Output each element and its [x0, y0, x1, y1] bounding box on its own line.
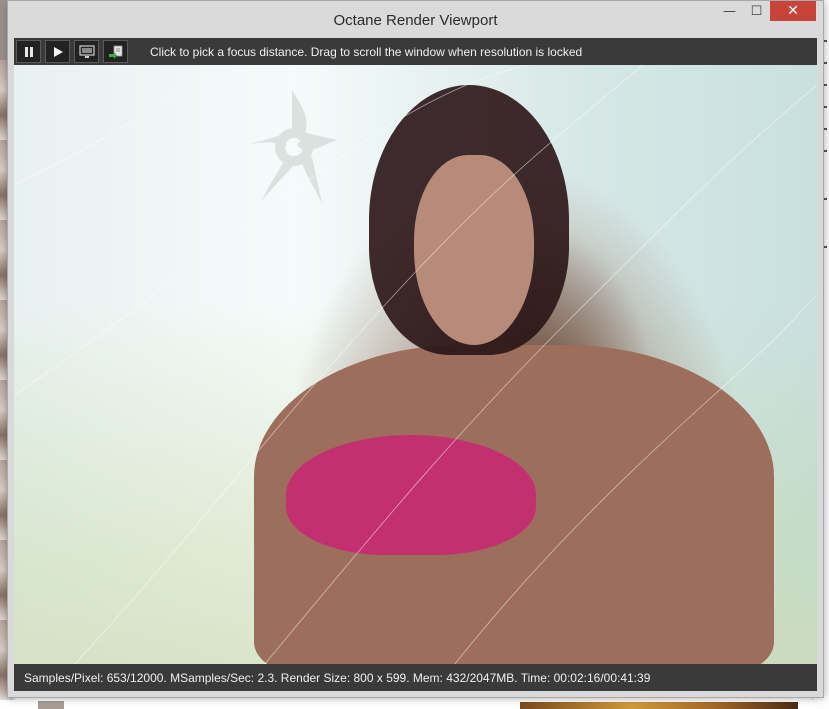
export-icon — [108, 45, 122, 59]
toolbar-hint-text: Click to pick a focus distance. Drag to … — [150, 44, 583, 59]
play-icon — [53, 46, 63, 57]
viewport-toolbar: Click to pick a focus distance. Drag to … — [14, 38, 817, 65]
pause-button[interactable] — [16, 40, 41, 63]
maximize-button[interactable]: ☐ — [743, 1, 770, 21]
octane-render-viewport-window: Octane Render Viewport — ☐ ✕ Click to pi… — [7, 0, 824, 698]
render-status-text: Samples/Pixel: 653/12000. MSamples/Sec: … — [24, 670, 651, 685]
minimize-button[interactable]: — — [716, 1, 743, 21]
background-thumbnail — [520, 702, 798, 709]
render-viewport[interactable] — [14, 65, 817, 664]
status-bar: Samples/Pixel: 653/12000. MSamples/Sec: … — [14, 664, 817, 691]
monitor-button[interactable] — [74, 40, 99, 63]
window-controls: — ☐ ✕ — [716, 1, 816, 29]
pause-icon — [24, 46, 33, 57]
monitor-icon — [78, 44, 95, 58]
background-bottom-area — [0, 700, 829, 709]
desktop-background: Octane Render Viewport — ☐ ✕ Click to pi… — [0, 0, 829, 709]
play-button[interactable] — [45, 40, 70, 63]
close-button[interactable]: ✕ — [770, 1, 816, 21]
export-button[interactable] — [103, 40, 128, 63]
title-bar[interactable]: Octane Render Viewport — ☐ ✕ — [8, 1, 823, 37]
window-title: Octane Render Viewport — [333, 12, 498, 29]
render-noise-lines — [14, 65, 817, 664]
background-thumbnail — [38, 701, 64, 709]
